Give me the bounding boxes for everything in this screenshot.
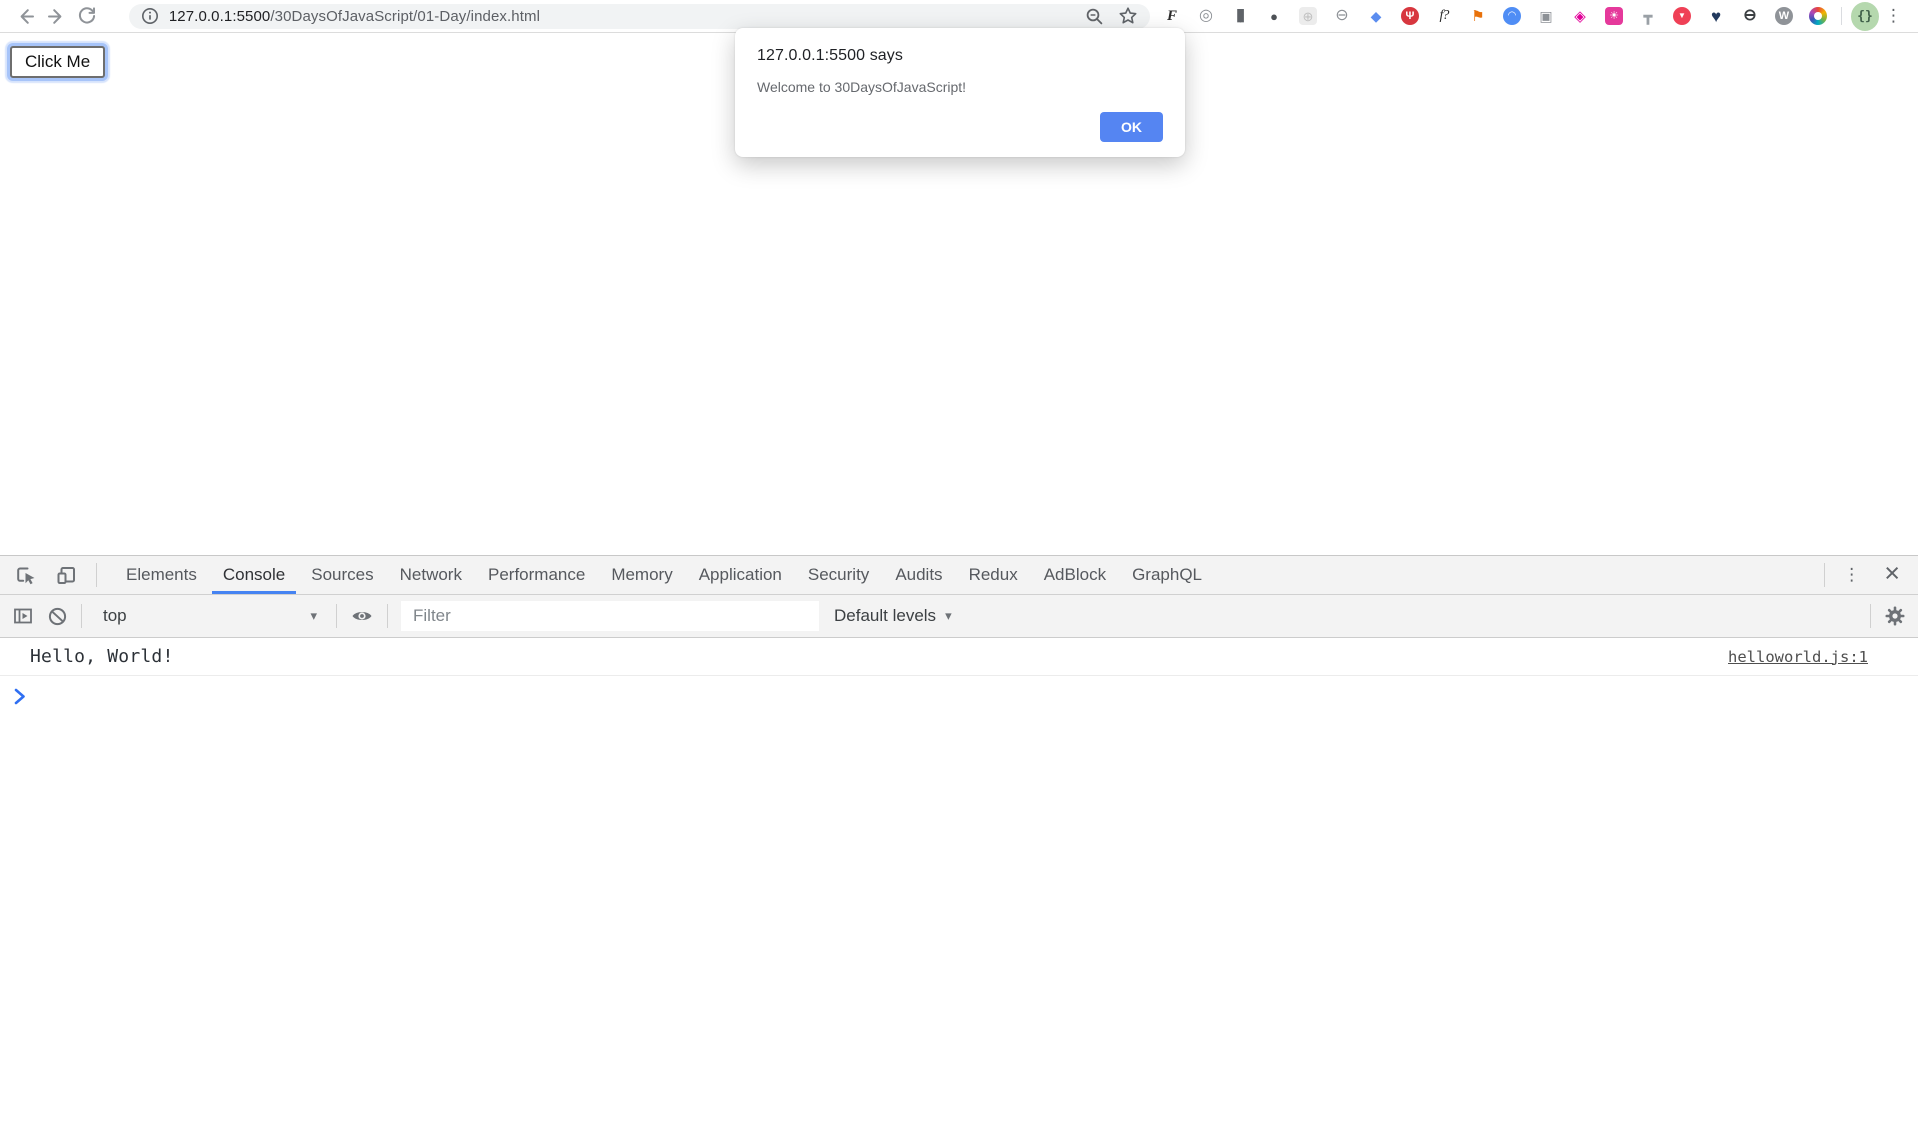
extensions-bar: F ◎ ▐▌ ● ⊕ ⊖ ◆ Ψ f? ⚑ ◠ ▣ ◈ ☀ ┳ ▼ ♥ ⊖ W xyxy=(1163,7,1827,25)
console-toolbar-separator xyxy=(387,604,388,628)
graphql-extension-icon[interactable]: ◈ xyxy=(1571,7,1589,25)
console-settings-gear-icon[interactable] xyxy=(1884,605,1906,627)
url-path: /30DaysOfJavaScript/01-Day/index.html xyxy=(270,8,540,25)
color-wheel-extension-icon[interactable] xyxy=(1809,7,1827,25)
url-text: 127.0.0.1:5500/30DaysOfJavaScript/01-Day… xyxy=(169,8,540,25)
forward-button[interactable] xyxy=(41,2,72,30)
alert-ok-button[interactable]: OK xyxy=(1100,112,1163,142)
url-host: 127.0.0.1:5500 xyxy=(169,8,271,25)
tab-elements[interactable]: Elements xyxy=(113,556,210,594)
back-arrow-icon xyxy=(15,6,36,27)
wayback-extension-icon[interactable]: W xyxy=(1775,7,1793,25)
adblock-extension-icon[interactable]: Ψ xyxy=(1401,7,1419,25)
console-source-link[interactable]: helloworld.js:1 xyxy=(1728,648,1868,666)
console-log-message: Hello, World! xyxy=(30,646,1728,667)
tab-console[interactable]: Console xyxy=(210,556,298,594)
bug-extension-icon[interactable]: ● xyxy=(1265,7,1283,25)
zoom-magnifier-icon[interactable] xyxy=(1085,7,1104,26)
console-toolbar-separator xyxy=(81,604,82,628)
live-expression-eye-icon[interactable] xyxy=(350,604,374,628)
heart-search-extension-icon[interactable]: ♥ xyxy=(1707,7,1725,25)
alert-dialog-message: Welcome to 30DaysOfJavaScript! xyxy=(757,79,1163,95)
profile-avatar[interactable]: {} xyxy=(1851,2,1879,31)
toolbar-separator xyxy=(1841,7,1842,25)
pipeline-extension-icon[interactable]: ┳ xyxy=(1639,7,1657,25)
alert-dialog-title: 127.0.0.1:5500 says xyxy=(757,47,1163,65)
megaphone-extension-icon[interactable]: ⚑ xyxy=(1469,7,1487,25)
tab-graphql[interactable]: GraphQL xyxy=(1119,556,1215,594)
tabbar-right-separator xyxy=(1824,563,1825,587)
code-circle-extension-icon[interactable]: ⊖ xyxy=(1333,7,1351,25)
console-output: Hello, World! helloworld.js:1 xyxy=(0,638,1918,1146)
tab-security[interactable]: Security xyxy=(795,556,882,594)
console-prompt[interactable] xyxy=(0,676,1918,716)
tab-audits[interactable]: Audits xyxy=(882,556,955,594)
browser-menu-kebab-icon[interactable]: ⋮ xyxy=(1879,8,1908,25)
tab-adblock[interactable]: AdBlock xyxy=(1031,556,1119,594)
reload-icon xyxy=(77,6,97,26)
grid-extension-icon[interactable]: ⊕ xyxy=(1299,7,1317,25)
tab-performance[interactable]: Performance xyxy=(475,556,598,594)
console-toolbar-separator xyxy=(1870,604,1871,628)
console-sidebar-toggle-icon[interactable] xyxy=(12,605,34,627)
back-button[interactable] xyxy=(10,2,41,30)
devtools-panel: Elements Console Sources Network Perform… xyxy=(0,555,1918,1146)
click-me-button[interactable]: Click Me xyxy=(10,46,105,78)
clear-console-icon[interactable] xyxy=(47,606,68,627)
tab-memory[interactable]: Memory xyxy=(598,556,685,594)
blue-orb-extension-icon[interactable]: ◠ xyxy=(1503,7,1521,25)
dark-circle-extension-icon[interactable]: ⊖ xyxy=(1741,7,1759,25)
log-levels-selector[interactable]: Default levels ▾ xyxy=(834,606,952,626)
tab-redux[interactable]: Redux xyxy=(956,556,1031,594)
context-selector[interactable]: top ▾ xyxy=(95,606,323,626)
tab-sources[interactable]: Sources xyxy=(298,556,386,594)
screenshot-extension-icon[interactable]: ▣ xyxy=(1537,7,1555,25)
context-selector-value: top xyxy=(103,606,127,626)
bookmark-star-icon[interactable] xyxy=(1118,6,1138,26)
devtools-menu-kebab-icon[interactable]: ⋮ xyxy=(1835,565,1868,585)
pink-gear-extension-icon[interactable]: ☀ xyxy=(1605,7,1623,25)
console-toolbar-separator xyxy=(336,604,337,628)
devtools-tabs: Elements Console Sources Network Perform… xyxy=(113,556,1215,594)
camera-target-extension-icon[interactable]: ◎ xyxy=(1197,7,1215,25)
site-info-icon[interactable] xyxy=(141,7,159,25)
log-levels-value: Default levels xyxy=(834,606,936,626)
pocket-extension-icon[interactable]: ▼ xyxy=(1673,7,1691,25)
forward-arrow-icon xyxy=(46,6,67,27)
context-caret-down-icon: ▾ xyxy=(310,609,317,624)
font-inspector-extension-icon[interactable]: f? xyxy=(1435,7,1453,25)
inspect-element-icon[interactable] xyxy=(14,564,37,587)
split-columns-extension-icon[interactable]: ▐▌ xyxy=(1231,7,1249,25)
alert-dialog: 127.0.0.1:5500 says Welcome to 30DaysOfJ… xyxy=(735,28,1185,157)
reload-button[interactable] xyxy=(72,2,103,30)
levels-caret-down-icon: ▾ xyxy=(945,609,952,624)
devtools-close-icon[interactable]: × xyxy=(1878,560,1906,587)
tabbar-separator xyxy=(96,563,97,587)
color-picker-extension-icon[interactable]: ◆ xyxy=(1367,7,1385,25)
tab-network[interactable]: Network xyxy=(387,556,475,594)
console-log-row: Hello, World! helloworld.js:1 xyxy=(0,638,1918,676)
devtools-tab-bar: Elements Console Sources Network Perform… xyxy=(0,556,1918,595)
console-filter-input[interactable] xyxy=(401,601,819,631)
address-bar[interactable]: 127.0.0.1:5500/30DaysOfJavaScript/01-Day… xyxy=(129,4,1150,29)
console-toolbar: top ▾ Default levels ▾ xyxy=(0,595,1918,638)
tab-application[interactable]: Application xyxy=(686,556,795,594)
device-toolbar-icon[interactable] xyxy=(55,564,78,587)
fonts-ninja-extension-icon[interactable]: F xyxy=(1163,7,1181,25)
console-prompt-chevron-icon xyxy=(14,688,26,705)
